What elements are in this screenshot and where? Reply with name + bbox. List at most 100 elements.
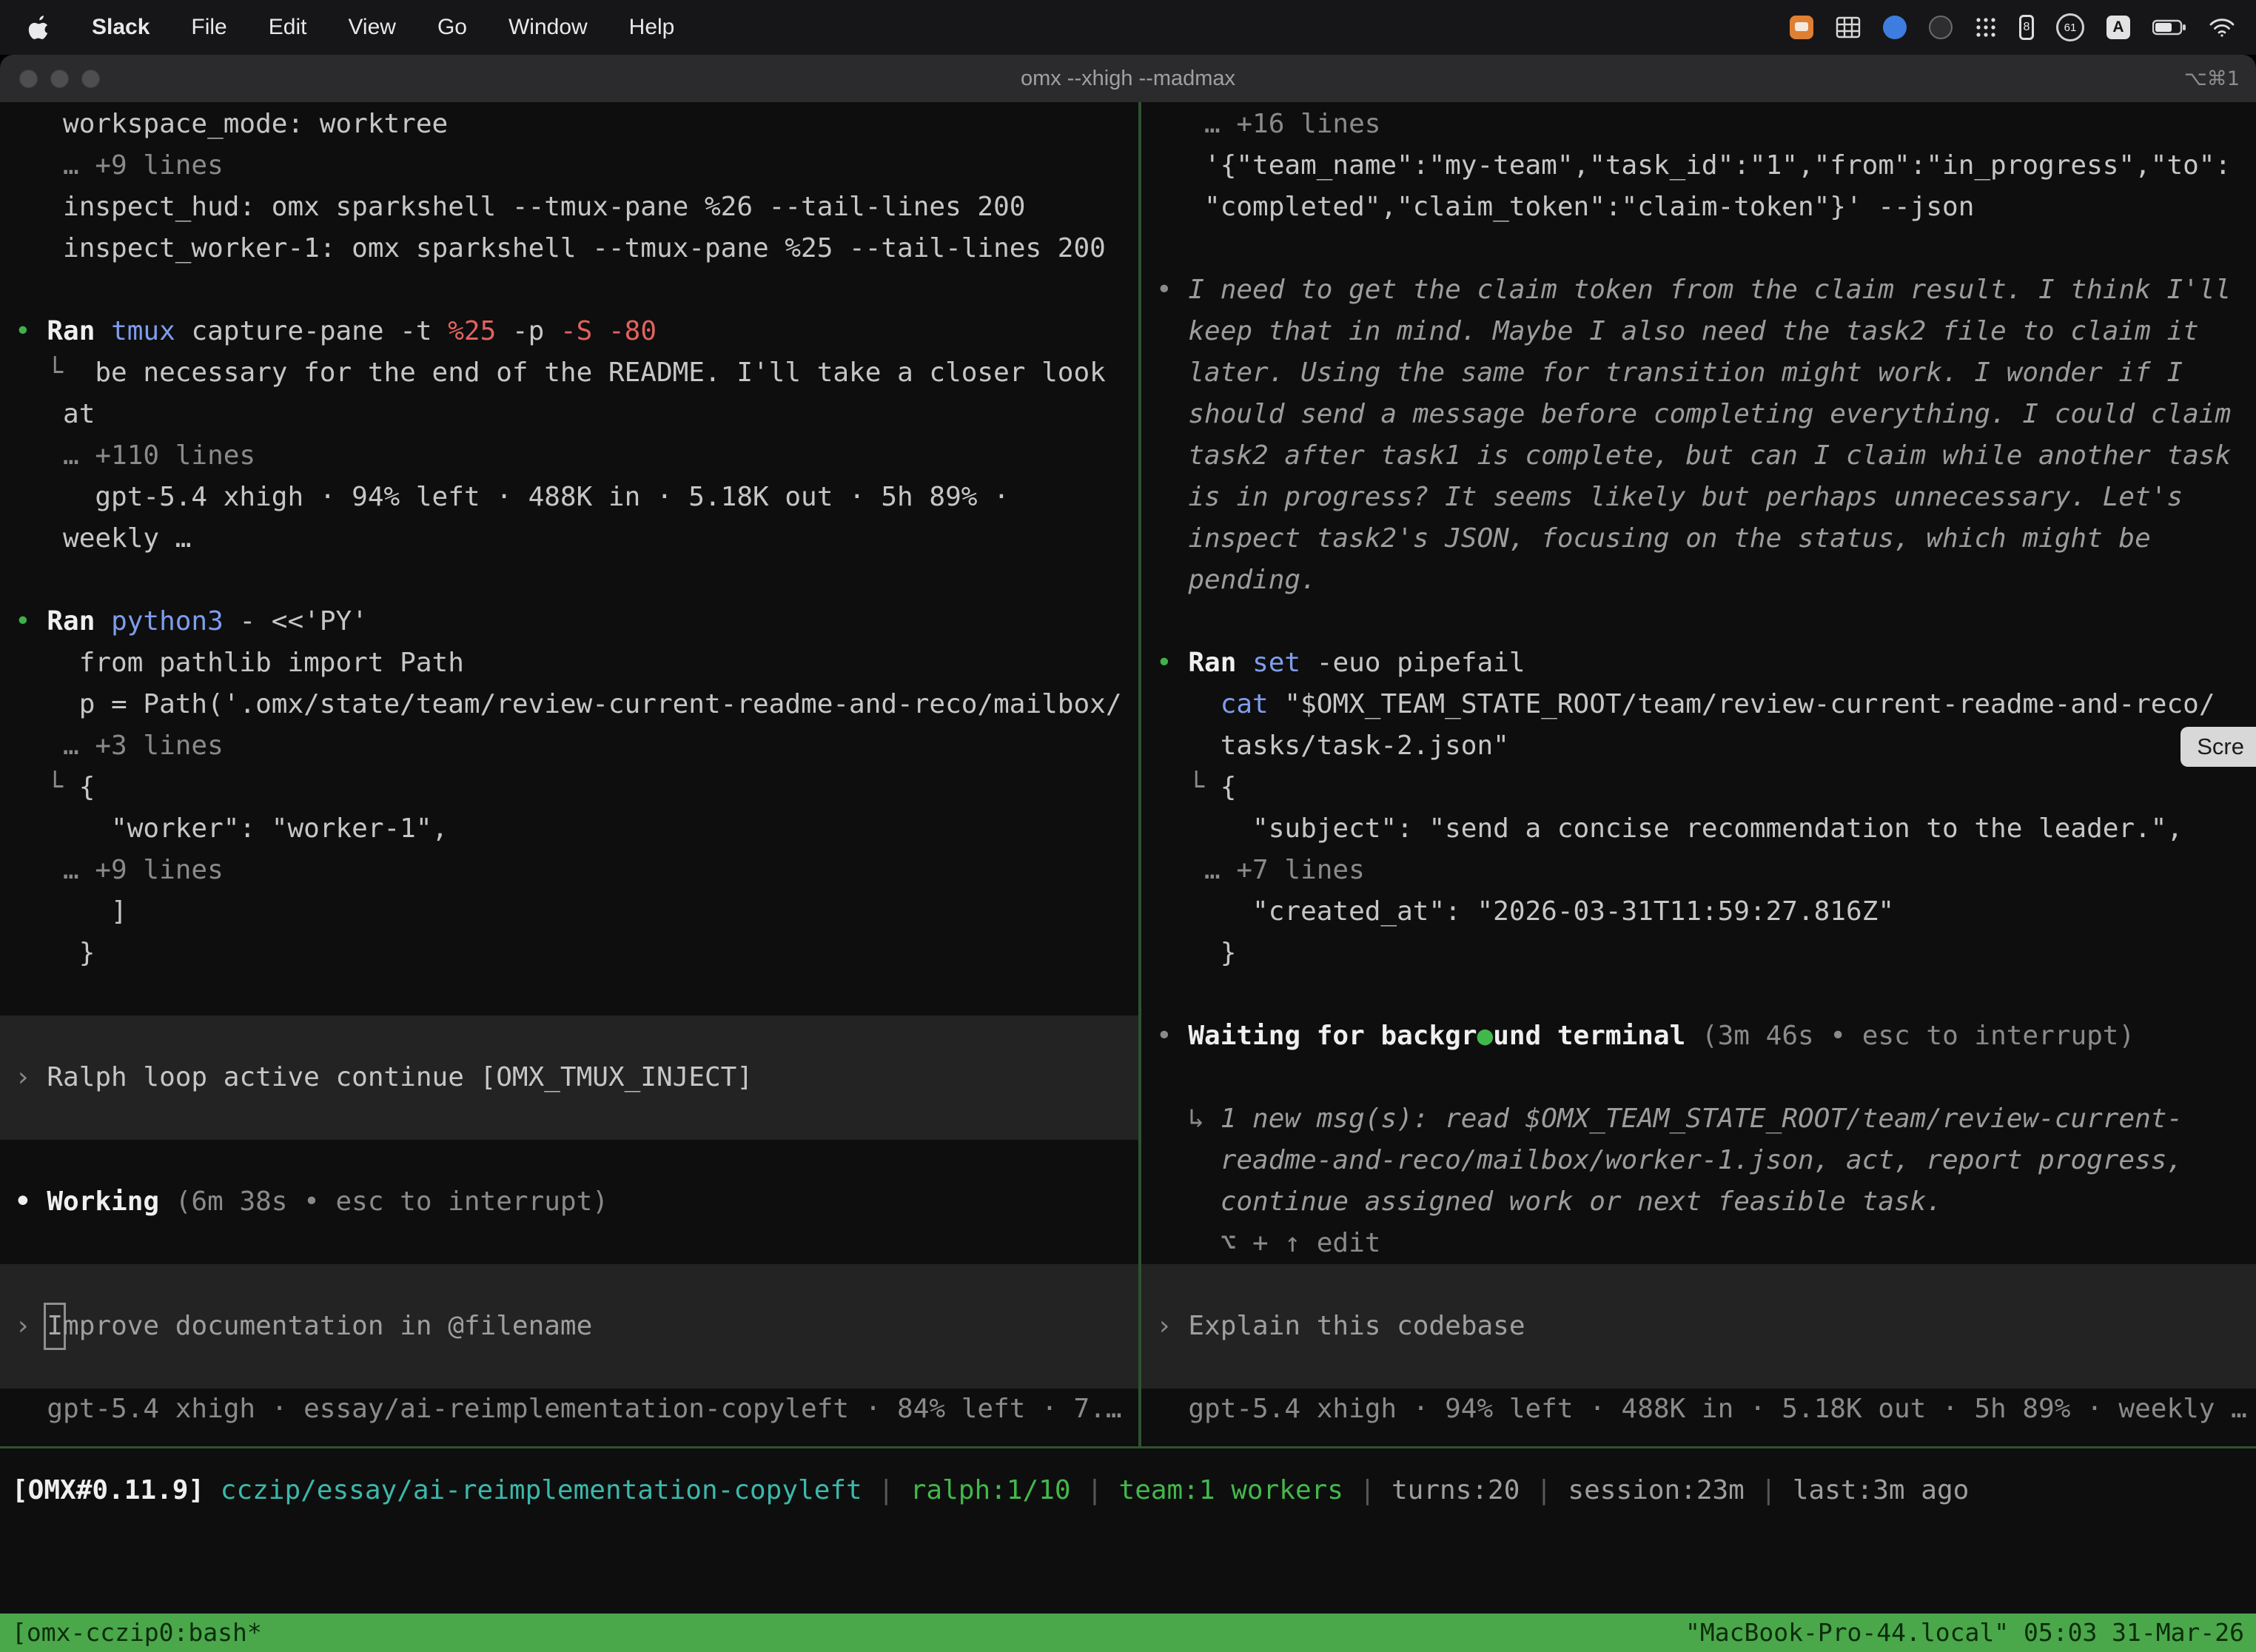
text-segment: "completed","claim_token":"claim-token"}… <box>1156 192 1974 222</box>
terminal-line: gpt-5.4 xhigh · essay/ai-reimplementatio… <box>15 1389 1138 1430</box>
text-segment: tmux <box>111 316 191 346</box>
screen-share-overlay-button[interactable]: Scre <box>2181 727 2256 767</box>
terminal-line: p = Path('.omx/state/team/review-current… <box>15 684 1138 725</box>
terminal-line: "created_at": "2026-03-31T11:59:27.816Z" <box>1156 891 2256 933</box>
terminal-window[interactable]: workspace_mode: worktree … +9 lines insp… <box>0 102 2256 1652</box>
text-segment: team:1 workers <box>1119 1475 1343 1505</box>
text-segment: inspect_worker-1: omx sparkshell --tmux-… <box>15 233 1106 263</box>
text-segment: capture-pane -t <box>191 316 448 346</box>
terminal-line <box>15 1223 1138 1264</box>
input-source-icon[interactable]: A <box>2106 16 2130 39</box>
text-segment: "$OMX_TEAM_STATE_ROOT/team/review-curren… <box>1284 689 2215 719</box>
text-segment: … +3 lines <box>15 731 224 761</box>
terminal-line: tasks/task-2.json" <box>1156 725 2256 767</box>
close-button[interactable] <box>19 70 38 88</box>
text-segment: ↳ <box>1156 1104 1221 1134</box>
prompt-line[interactable]: › Explain this codebase <box>1141 1264 2256 1389</box>
minimize-button[interactable] <box>50 70 69 88</box>
text-segment: › <box>1156 1306 1188 1347</box>
text-segment: should send a message before completing … <box>1156 399 2231 429</box>
terminal-line: gpt-5.4 xhigh · 94% left · 488K in · 5.1… <box>1156 1389 2256 1430</box>
window-title-bar[interactable]: omx --xhigh --madmax ⌥⌘1 <box>0 55 2256 102</box>
text-segment: set <box>1252 648 1300 678</box>
terminal-line: └ { <box>1156 767 2256 808</box>
horizontal-pane-border <box>0 1446 2256 1448</box>
menu-item-window[interactable]: Window <box>508 15 588 40</box>
zoom-button[interactable] <box>81 70 100 88</box>
battery-icon[interactable] <box>2152 19 2186 36</box>
dark-app-icon[interactable] <box>1929 16 1953 39</box>
tmux-host-clock: "MacBook-Pro-44.local" 05:03 31-Mar-26 <box>1685 1614 2244 1652</box>
text-segment: weekly … <box>15 523 191 554</box>
terminal-line <box>1156 974 2256 1015</box>
text-segment: mprove documentation in @filename <box>63 1306 592 1347</box>
text-segment: Ran <box>47 606 111 637</box>
text-segment: from pathlib import Path <box>15 648 464 678</box>
text-segment: … +7 lines <box>1156 855 1365 885</box>
menu-item-file[interactable]: File <box>191 15 226 40</box>
blue-app-icon[interactable] <box>1883 16 1907 39</box>
text-segment: python3 <box>111 606 224 637</box>
battery-percentage-icon[interactable]: 61 <box>2056 13 2084 41</box>
left-terminal-pane[interactable]: workspace_mode: worktree … +9 lines insp… <box>0 102 1138 1446</box>
text-segment: -p <box>496 316 560 346</box>
terminal-line: inspect task2's JSON, focusing on the st… <box>1156 518 2256 560</box>
text-segment: "worker": "worker-1", <box>15 813 448 844</box>
text-segment: inspect task2's JSON, focusing on the st… <box>1156 523 2151 554</box>
phone-icon[interactable]: 8 <box>2019 15 2034 40</box>
terminal-line: • Ran python3 - <<'PY' <box>15 601 1138 642</box>
screen-recording-icon[interactable] <box>1790 16 1813 39</box>
menu-bar-status-area: 8 61 A <box>1790 13 2256 41</box>
apple-icon <box>28 14 50 41</box>
text-segment: Ran <box>47 316 111 346</box>
text-segment: tasks/task-2.json" <box>1156 731 1509 761</box>
text-segment: | <box>1745 1475 1793 1505</box>
apple-menu-icon[interactable] <box>28 14 50 41</box>
right-terminal-pane[interactable]: … +16 lines '{"team_name":"my-team","tas… <box>1141 102 2256 1446</box>
terminal-line: … +3 lines <box>15 725 1138 767</box>
app-grid-icon[interactable] <box>1975 16 1997 38</box>
text-segment: └ <box>1156 772 1221 802</box>
text-segment: ] <box>15 896 127 927</box>
menu-item-edit[interactable]: Edit <box>269 15 307 40</box>
grid-icon[interactable] <box>1836 16 1861 38</box>
menu-item-help[interactable]: Help <box>629 15 675 40</box>
text-segment: "created_at": "2026-03-31T11:59:27.816Z" <box>1156 896 1894 927</box>
prompt-line[interactable]: › Ralph loop active continue [OMX_TMUX_I… <box>0 1015 1138 1140</box>
terminal-line <box>15 269 1138 311</box>
terminal-line: from pathlib import Path <box>15 642 1138 684</box>
text-segment: turns:20 <box>1391 1475 1520 1505</box>
text-segment: gpt-5.4 xhigh · 94% left · 488K in · 5.1… <box>15 482 1010 512</box>
terminal-line: … +9 lines <box>15 145 1138 187</box>
text-segment: "subject": "send a concise recommendatio… <box>1156 813 2183 844</box>
menu-item-go[interactable]: Go <box>437 15 467 40</box>
window-shortcut-badge: ⌥⌘1 <box>2184 67 2240 90</box>
text-segment: ⌥ + ↑ edit <box>1156 1228 1380 1258</box>
text-segment: … +9 lines <box>15 150 224 181</box>
terminal-line: weekly … <box>15 518 1138 560</box>
terminal-line: cat "$OMX_TEAM_STATE_ROOT/team/review-cu… <box>1156 684 2256 725</box>
tmux-session-window: [omx-cczip0:bash* <box>12 1614 262 1652</box>
wifi-icon[interactable] <box>2209 17 2235 38</box>
terminal-line: • I need to get the claim token from the… <box>1156 269 2256 311</box>
terminal-line: } <box>15 933 1138 974</box>
text-segment: • <box>1156 1021 1188 1051</box>
text-segment: › <box>15 1057 47 1098</box>
menu-item-slack[interactable]: Slack <box>92 15 150 40</box>
text-segment: [OMX#0.11.9] <box>12 1475 221 1505</box>
text-segment: ● <box>1477 1021 1494 1051</box>
text-segment: und terminal <box>1493 1021 1685 1051</box>
text-segment: gpt-5.4 xhigh · essay/ai-reimplementatio… <box>15 1394 1122 1424</box>
text-segment: at <box>15 399 95 429</box>
prompt-line[interactable]: › Improve documentation in @filename <box>0 1264 1138 1389</box>
terminal-line: workspace_mode: worktree <box>15 104 1138 145</box>
text-segment: (3m 46s • esc to interrupt) <box>1685 1021 2135 1051</box>
text-segment: 1 new msg(s): read $OMX_TEAM_STATE_ROOT/… <box>1221 1104 2183 1134</box>
menu-bar-left: Slack File Edit View Go Window Help <box>0 14 674 41</box>
text-segment: continue assigned work or next feasible … <box>1156 1186 1942 1217</box>
menu-item-view[interactable]: View <box>348 15 395 40</box>
text-segment: I need to get the claim token from the c… <box>1188 275 2231 305</box>
text-segment: • Working <box>15 1186 159 1217</box>
text-segment: be necessary for the end of the README. … <box>95 357 1105 388</box>
text-segment: cat <box>1221 689 1285 719</box>
